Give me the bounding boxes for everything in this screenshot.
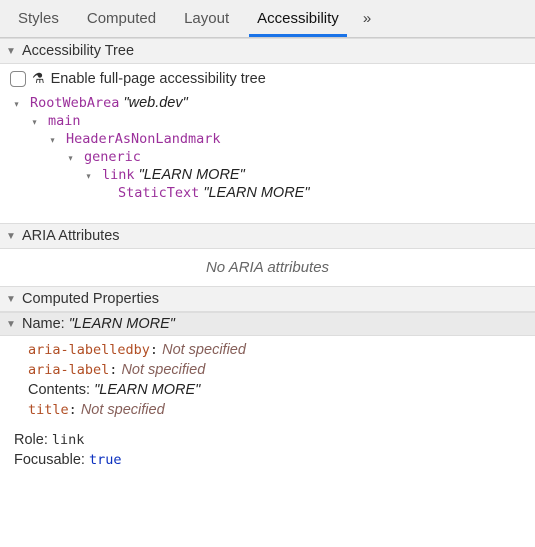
tab-accessibility[interactable]: Accessibility <box>243 0 353 37</box>
prop-key: aria-labelledby <box>28 342 150 358</box>
computed-name-row[interactable]: ▼ Name: "LEARN MORE" <box>0 312 535 336</box>
colon: : <box>150 342 158 358</box>
tree-role: link <box>102 167 135 183</box>
enable-fullpage-label[interactable]: Enable full-page accessibility tree <box>51 71 266 87</box>
chevron-down-icon: ▾ <box>15 99 24 110</box>
tree-role: RootWebArea <box>30 95 119 111</box>
tree-node-rootwebarea[interactable]: ▾ RootWebArea "web.dev" ▾ main ▾ HeaderA… <box>14 93 525 213</box>
prop-value: "LEARN MORE" <box>94 382 200 398</box>
tree-name: "LEARN MORE" <box>203 185 309 201</box>
tree-node-statictext[interactable]: StaticText "LEARN MORE" <box>104 183 525 203</box>
prop-role: Role: link <box>14 430 535 450</box>
aria-empty-message: No ARIA attributes <box>0 249 535 286</box>
disclosure-triangle-icon: ▼ <box>6 294 18 305</box>
prop-title: title: Not specified <box>28 400 525 420</box>
tree-name: "web.dev" <box>123 95 187 111</box>
accessibility-tree: ▾ RootWebArea "web.dev" ▾ main ▾ HeaderA… <box>10 93 525 213</box>
chevron-down-icon: ▾ <box>33 117 42 128</box>
tree-name: "LEARN MORE" <box>139 167 245 183</box>
tree-role: main <box>48 113 81 129</box>
prop-value: true <box>89 452 122 468</box>
prop-aria-label: aria-label: Not specified <box>28 360 525 380</box>
prop-contents: Contents: "LEARN MORE" <box>28 380 525 400</box>
prop-value: Not specified <box>121 362 205 378</box>
tree-node-generic[interactable]: ▾ generic ▾ link "LEARN MORE" <box>68 147 525 207</box>
section-title: ARIA Attributes <box>22 228 120 244</box>
prop-key: title <box>28 402 69 418</box>
prop-key: Role: <box>14 432 48 448</box>
colon: : <box>69 402 77 418</box>
section-header-aria-attributes[interactable]: ▼ ARIA Attributes <box>0 223 535 249</box>
enable-fullpage-checkbox[interactable] <box>10 71 26 87</box>
tab-overflow-button[interactable]: » <box>353 0 381 37</box>
flask-icon: ⚗ <box>32 70 45 87</box>
prop-key: Contents: <box>28 382 90 398</box>
prop-focusable: Focusable: true <box>14 450 535 470</box>
prop-aria-labelledby: aria-labelledby: Not specified <box>28 340 525 360</box>
section-title: Computed Properties <box>22 291 159 307</box>
tab-styles[interactable]: Styles <box>4 0 73 37</box>
tree-role: StaticText <box>118 185 199 201</box>
disclosure-triangle-icon: ▼ <box>6 319 18 330</box>
colon: : <box>109 362 117 378</box>
computed-name-label: Name: <box>22 316 65 332</box>
section-header-accessibility-tree[interactable]: ▼ Accessibility Tree <box>0 38 535 64</box>
tree-node-link[interactable]: ▾ link "LEARN MORE" StaticText "LEARN MO… <box>86 165 525 205</box>
chevron-down-icon: ▾ <box>87 171 96 182</box>
enable-fullpage-row: ⚗ Enable full-page accessibility tree <box>10 70 525 93</box>
computed-name-details: aria-labelledby: Not specified aria-labe… <box>0 336 535 430</box>
prop-key: Focusable: <box>14 452 85 468</box>
disclosure-triangle-icon: ▼ <box>6 46 18 57</box>
section-header-computed-properties[interactable]: ▼ Computed Properties <box>0 286 535 312</box>
tree-node-main[interactable]: ▾ main ▾ HeaderAsNonLandmark ▾ generic <box>32 111 525 211</box>
tree-role: generic <box>84 149 141 165</box>
devtools-tabbar: Styles Computed Layout Accessibility » <box>0 0 535 38</box>
prop-value: link <box>52 432 85 448</box>
computed-root-properties: Role: link Focusable: true <box>0 430 535 470</box>
prop-key: aria-label <box>28 362 109 378</box>
disclosure-triangle-icon: ▼ <box>6 231 18 242</box>
accessibility-tree-body: ⚗ Enable full-page accessibility tree ▾ … <box>0 64 535 223</box>
chevron-down-icon: ▾ <box>51 135 60 146</box>
prop-value: Not specified <box>162 342 246 358</box>
computed-name-value: "LEARN MORE" <box>69 316 175 332</box>
prop-value: Not specified <box>81 402 165 418</box>
tab-layout[interactable]: Layout <box>170 0 243 37</box>
tree-role: HeaderAsNonLandmark <box>66 131 220 147</box>
section-title: Accessibility Tree <box>22 43 134 59</box>
tree-node-header[interactable]: ▾ HeaderAsNonLandmark ▾ generic ▾ <box>50 129 525 209</box>
tab-computed[interactable]: Computed <box>73 0 170 37</box>
chevron-down-icon: ▾ <box>69 153 78 164</box>
